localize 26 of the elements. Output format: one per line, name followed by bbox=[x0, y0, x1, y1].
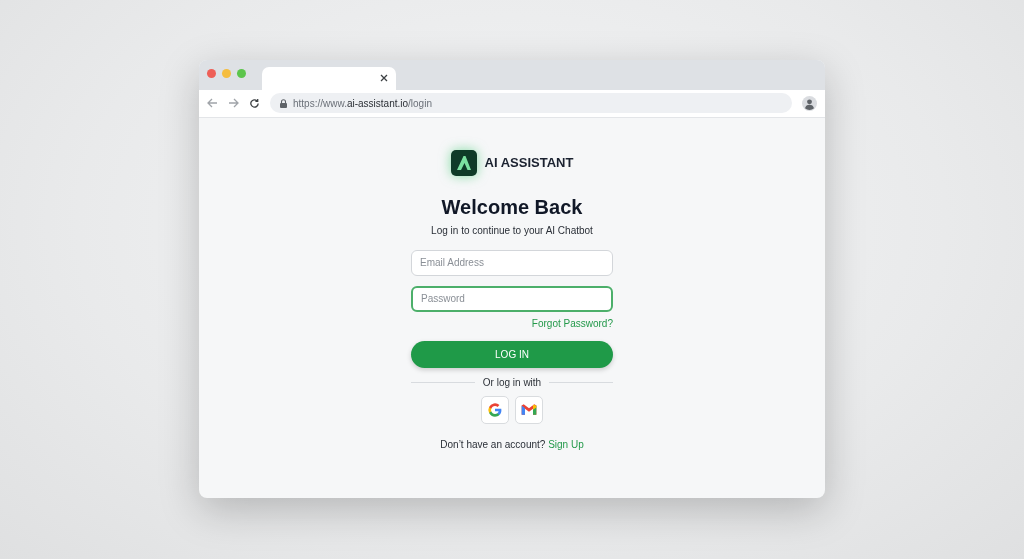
close-icon[interactable] bbox=[380, 74, 388, 82]
logo-icon bbox=[450, 149, 477, 176]
lock-icon bbox=[280, 98, 287, 108]
url-text: https://www.ai-assistant.io/login bbox=[293, 97, 432, 109]
signup-prompt: Don’t have an account? Sign Up bbox=[440, 438, 584, 450]
divider-text: Or log in with bbox=[482, 376, 542, 388]
input-field[interactable]: Password bbox=[411, 285, 613, 312]
input-field[interactable]: Email Address bbox=[411, 249, 613, 276]
url-field[interactable]: https://www.ai-assistant.io/login bbox=[270, 93, 792, 113]
mail-icon bbox=[521, 403, 537, 416]
reload-icon[interactable] bbox=[249, 97, 260, 109]
gmail-login-button[interactable] bbox=[515, 395, 543, 424]
subheading: Log in to continue to your AI Chatbot bbox=[431, 224, 593, 236]
close-window-button[interactable] bbox=[207, 69, 216, 78]
forward-arrow-icon[interactable] bbox=[228, 98, 239, 108]
profile-icon[interactable] bbox=[802, 95, 817, 111]
page-heading: Welcome Back bbox=[441, 195, 583, 219]
maximize-window-button[interactable] bbox=[237, 69, 246, 78]
google-login-button[interactable] bbox=[481, 395, 509, 424]
forgot-password-link[interactable]: Forgot Password? bbox=[531, 317, 613, 329]
minimize-window-button[interactable] bbox=[222, 69, 231, 78]
sign-up-link[interactable]: Sign Up bbox=[548, 438, 584, 450]
brand-name: AI ASSISTANT bbox=[484, 155, 574, 170]
login-button[interactable]: LOG IN bbox=[411, 340, 613, 368]
back-arrow-icon[interactable] bbox=[207, 98, 218, 108]
google-icon bbox=[487, 401, 503, 418]
